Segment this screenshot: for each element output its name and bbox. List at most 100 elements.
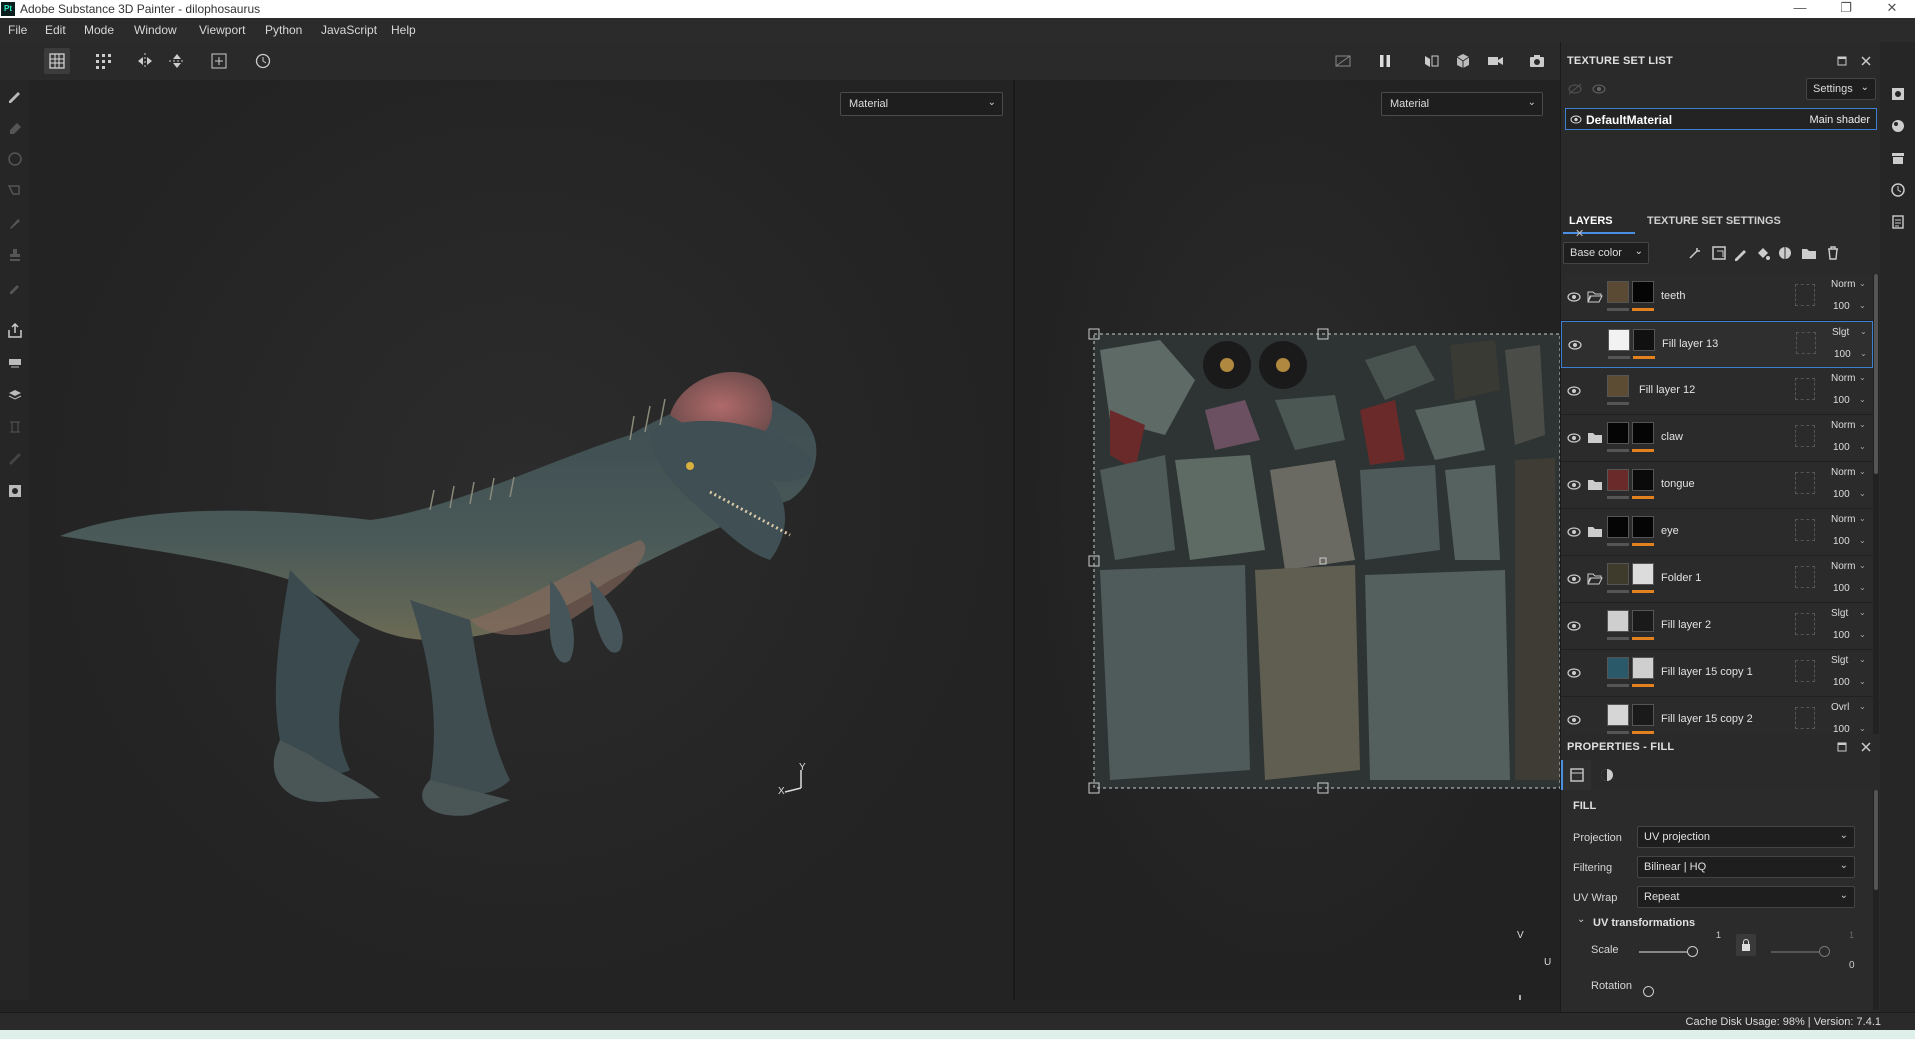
color-picker-icon[interactable] bbox=[7, 279, 23, 295]
folder-icon[interactable] bbox=[1587, 525, 1603, 539]
layer-blend-mode[interactable]: Norm bbox=[1831, 420, 1855, 431]
texture-set-shader[interactable]: Main shader bbox=[1809, 114, 1870, 126]
history-button[interactable] bbox=[250, 48, 276, 74]
maximize-button[interactable]: ❐ bbox=[1826, 0, 1866, 18]
layer-thumbnail[interactable] bbox=[1607, 657, 1629, 679]
layer-row[interactable]: tongue Norm ⌄ 100 ⌄ bbox=[1561, 462, 1873, 509]
layer-opacity[interactable]: 100 bbox=[1833, 677, 1850, 688]
material-properties-icon[interactable] bbox=[1599, 767, 1615, 783]
pause-button[interactable] bbox=[1372, 48, 1398, 74]
layer-opacity[interactable]: 100 bbox=[1833, 301, 1850, 312]
layer-opacity[interactable]: 100 bbox=[1834, 349, 1851, 360]
layer-row[interactable]: claw Norm ⌄ 100 ⌄ bbox=[1561, 415, 1873, 462]
texture-set-settings-select[interactable]: Settings ⌄ bbox=[1806, 78, 1876, 100]
blend-chevron-icon[interactable]: ⌄ bbox=[1859, 561, 1866, 570]
layer-mask-thumbnail[interactable] bbox=[1632, 422, 1654, 444]
properties-tab-fill[interactable] bbox=[1561, 760, 1591, 790]
layer-row[interactable]: eye Norm ⌄ 100 ⌄ bbox=[1561, 509, 1873, 556]
layer-mask-thumbnail[interactable] bbox=[1632, 610, 1654, 632]
layer-row[interactable]: Fill layer 12 Norm ⌄ 100 ⌄ bbox=[1561, 368, 1873, 415]
hide-overlay-button[interactable] bbox=[1330, 48, 1356, 74]
layer-row[interactable]: Fill layer 15 copy 1 Slgt ⌄ 100 ⌄ bbox=[1561, 650, 1873, 697]
opacity-chevron-icon[interactable]: ⌄ bbox=[1859, 489, 1866, 498]
3d-view-button[interactable] bbox=[1450, 48, 1476, 74]
layer-mask-thumbnail[interactable] bbox=[1632, 657, 1654, 679]
opacity-chevron-icon[interactable]: ⌄ bbox=[1859, 677, 1866, 686]
tab-texture-set-settings[interactable]: TEXTURE SET SETTINGS bbox=[1641, 208, 1791, 234]
layer-blend-mode[interactable]: Norm bbox=[1831, 467, 1855, 478]
folder-icon[interactable] bbox=[1587, 431, 1603, 445]
split-view-button[interactable] bbox=[1418, 48, 1444, 74]
add-paint-layer-icon[interactable] bbox=[1733, 245, 1749, 261]
visibility-eye-icon[interactable] bbox=[1566, 665, 1582, 681]
layer-blend-mode[interactable]: Norm bbox=[1831, 561, 1855, 572]
visibility-eye-icon[interactable] bbox=[1566, 383, 1582, 399]
mirror-x-button[interactable] bbox=[132, 48, 158, 74]
export-icon[interactable] bbox=[7, 323, 23, 339]
layer-thumbnail[interactable] bbox=[1607, 422, 1629, 444]
layer-name[interactable]: Folder 1 bbox=[1661, 572, 1701, 584]
blend-chevron-icon[interactable]: ⌄ bbox=[1859, 467, 1866, 476]
opacity-chevron-icon[interactable]: ⌄ bbox=[1859, 395, 1866, 404]
layer-channel-slot[interactable] bbox=[1795, 284, 1815, 306]
layer-mask-thumbnail[interactable] bbox=[1632, 281, 1654, 303]
layer-name[interactable]: claw bbox=[1661, 431, 1683, 443]
layer-row[interactable]: Fill layer 13 Slgt ⌄ 100 ⌄ bbox=[1561, 321, 1873, 368]
layer-mask-thumbnail[interactable] bbox=[1632, 469, 1654, 491]
smudge-icon[interactable] bbox=[7, 215, 23, 231]
opacity-chevron-icon[interactable]: ⌄ bbox=[1859, 536, 1866, 545]
opacity-chevron-icon[interactable]: ⌄ bbox=[1859, 583, 1866, 592]
minimize-button[interactable]: — bbox=[1780, 0, 1820, 18]
layer-channel-slot[interactable] bbox=[1796, 332, 1816, 354]
uvwrap-select[interactable]: Repeat ⌄ bbox=[1637, 886, 1855, 908]
menu-edit[interactable]: Edit bbox=[45, 23, 66, 37]
layer-name[interactable]: Fill layer 12 bbox=[1639, 384, 1695, 396]
opacity-chevron-icon[interactable]: ⌄ bbox=[1859, 442, 1866, 451]
rotation-slider-handle[interactable] bbox=[1643, 986, 1654, 997]
layer-thumbnail[interactable] bbox=[1607, 516, 1629, 538]
assets-icon[interactable] bbox=[1890, 150, 1906, 166]
layer-channel-slot[interactable] bbox=[1795, 660, 1815, 682]
layer-thumbnail[interactable] bbox=[1607, 610, 1629, 632]
close-panel-icon[interactable] bbox=[1859, 740, 1873, 754]
layer-opacity[interactable]: 100 bbox=[1833, 442, 1850, 453]
layer-list[interactable]: teeth Norm ⌄ 100 ⌄ Fill layer 13 Slgt ⌄ 100 ⌄ Fill… bbox=[1561, 274, 1873, 752]
polygon-fill-icon[interactable] bbox=[7, 183, 23, 199]
channel-select[interactable]: Base color ⌄ bbox=[1563, 242, 1649, 264]
eye-icon[interactable] bbox=[1570, 114, 1582, 125]
projection-icon[interactable] bbox=[7, 151, 23, 167]
layer-mask-thumbnail[interactable] bbox=[1632, 563, 1654, 585]
layer-channel-slot[interactable] bbox=[1795, 566, 1815, 588]
folder-icon[interactable] bbox=[1587, 478, 1603, 492]
layer-channel-slot[interactable] bbox=[1795, 613, 1815, 635]
collapse-chevron-icon[interactable]: ⌄ bbox=[1577, 914, 1585, 925]
uv-transformations-title[interactable]: UV transformations bbox=[1593, 917, 1695, 929]
menu-help[interactable]: Help bbox=[391, 23, 416, 37]
layer-blend-mode[interactable]: Norm bbox=[1831, 279, 1855, 290]
layer-opacity[interactable]: 100 bbox=[1833, 630, 1850, 641]
layer-blend-mode[interactable]: Slgt bbox=[1832, 327, 1849, 338]
visibility-eye-icon[interactable] bbox=[1566, 618, 1582, 634]
layer-channel-slot[interactable] bbox=[1795, 519, 1815, 541]
visibility-eye-icon[interactable] bbox=[1567, 337, 1583, 353]
library-icon[interactable] bbox=[7, 387, 23, 403]
layer-name[interactable]: eye bbox=[1661, 525, 1679, 537]
paint-brush-icon[interactable] bbox=[7, 87, 23, 103]
layer-opacity[interactable]: 100 bbox=[1833, 489, 1850, 500]
layer-row[interactable]: Folder 1 Norm ⌄ 100 ⌄ bbox=[1561, 556, 1873, 603]
tab-layers[interactable]: LAYERS ✕ bbox=[1563, 208, 1635, 240]
layer-thumbnail[interactable] bbox=[1607, 704, 1629, 726]
layer-channel-slot[interactable] bbox=[1795, 425, 1815, 447]
opacity-chevron-icon[interactable]: ⌄ bbox=[1859, 630, 1866, 639]
add-effect-icon[interactable] bbox=[1687, 245, 1703, 261]
menu-window[interactable]: Window bbox=[134, 23, 177, 37]
log-icon[interactable] bbox=[1890, 214, 1906, 230]
layer-blend-mode[interactable]: Norm bbox=[1831, 373, 1855, 384]
opacity-chevron-icon[interactable]: ⌄ bbox=[1859, 301, 1866, 310]
layer-row[interactable]: teeth Norm ⌄ 100 ⌄ bbox=[1561, 274, 1873, 321]
camera-button[interactable] bbox=[1482, 48, 1508, 74]
eraser-icon[interactable] bbox=[7, 119, 23, 135]
scale-slider-track[interactable] bbox=[1639, 951, 1694, 953]
visibility-eye-icon[interactable] bbox=[1566, 477, 1582, 493]
layer-opacity[interactable]: 100 bbox=[1833, 583, 1850, 594]
